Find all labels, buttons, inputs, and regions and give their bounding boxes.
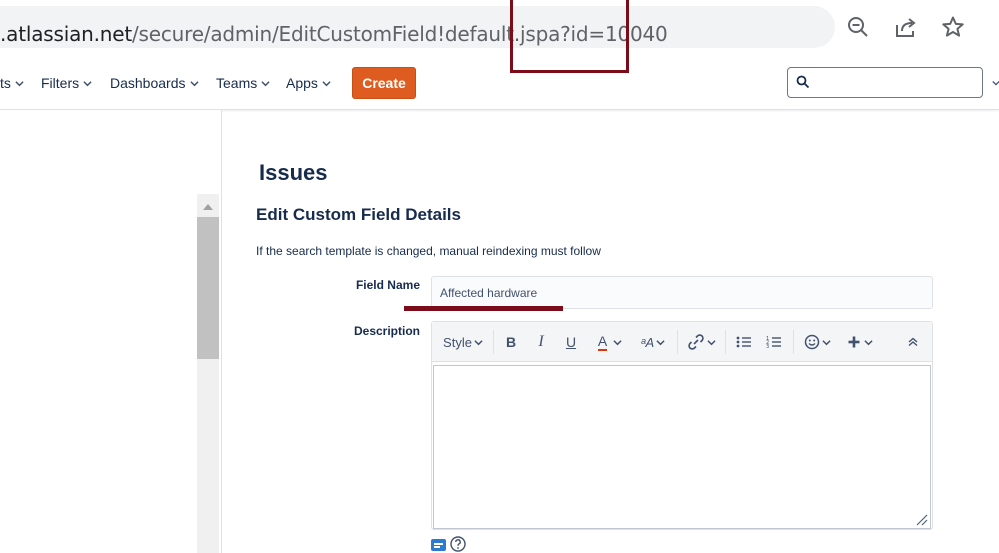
nav-item-label: Apps [286,75,318,91]
emoji-button[interactable] [802,331,832,353]
nav-item-label: Teams [216,75,258,91]
chevron-down-icon [83,80,92,86]
url-field[interactable]: .atlassian.net/secure/admin/EditCustomFi… [0,6,835,48]
top-navigation: ts Filters Dashboards Teams Apps Create [0,57,999,110]
underline-button[interactable]: U [562,331,580,353]
chevron-down-icon [322,80,331,86]
annotation-box [510,0,629,73]
collapse-toolbar-button[interactable] [904,331,922,353]
page-title: Issues [259,160,328,185]
folder-icon[interactable] [431,538,446,551]
link-icon [687,334,704,350]
plus-icon [848,336,860,348]
toolbar-divider [677,330,678,354]
nav-item-projects[interactable]: ts [0,75,24,91]
nav-item-dashboards[interactable]: Dashboards [110,75,199,91]
annotation-underline [404,306,563,311]
scroll-up-arrow-icon[interactable] [198,200,218,214]
double-chevron-up-icon [908,337,918,347]
nav-item-filters[interactable]: Filters [41,75,92,91]
chevron-down-icon [474,339,483,345]
toolbar-divider [793,330,794,354]
style-dropdown-label: Style [443,334,472,350]
search-input[interactable] [816,72,976,94]
zoom-out-icon[interactable] [845,14,871,40]
chevron-down-icon [821,339,831,345]
bold-button[interactable]: B [502,331,520,353]
chevron-down-icon [189,80,199,86]
reindex-hint: If the search template is changed, manua… [256,244,601,258]
bullet-list-button[interactable] [734,331,754,353]
text-format-label: ᵃA [640,334,655,350]
editor-toolbar: Style B I U A ᵃA 123 [432,322,932,362]
share-icon[interactable] [893,14,919,40]
chevron-down-icon [656,339,665,345]
text-color-button[interactable]: A [592,331,628,353]
chevron-down-icon [613,339,622,345]
insert-more-button[interactable] [846,331,874,353]
svg-text:3: 3 [766,344,769,349]
nav-item-label: Filters [41,75,80,91]
toolbar-divider [725,330,726,354]
resize-handle-icon[interactable] [916,514,928,526]
italic-button[interactable]: I [532,331,550,353]
field-name-label: Field Name [355,278,420,292]
description-editor: Style B I U A ᵃA 123 [431,321,933,530]
editor-footer-icons [431,536,466,552]
chevron-down-icon[interactable] [992,79,999,87]
search-box[interactable] [787,67,983,98]
bullet-list-icon [736,336,751,348]
star-icon[interactable] [940,14,966,40]
link-button[interactable] [685,331,717,353]
field-name-input[interactable]: Affected hardware [431,276,933,309]
nav-item-teams[interactable]: Teams [216,75,270,91]
toolbar-divider [493,330,494,354]
create-button[interactable]: Create [352,67,416,99]
style-dropdown[interactable]: Style [442,331,484,353]
sidebar [0,110,222,553]
description-textarea[interactable] [433,365,931,529]
url-host: .atlassian.net [0,22,132,46]
browser-address-bar: .atlassian.net/secure/admin/EditCustomFi… [0,0,999,57]
nav-item-label: Dashboards [110,75,186,91]
search-icon [796,75,810,89]
section-title: Edit Custom Field Details [256,205,461,224]
nav-item-apps[interactable]: Apps [286,75,331,91]
numbered-list-icon: 123 [766,336,781,349]
description-label: Description [353,324,420,338]
emoji-icon [804,334,819,350]
help-icon[interactable] [450,536,466,552]
chevron-down-icon [15,80,24,86]
numbered-list-button[interactable]: 123 [764,331,784,353]
chevron-down-icon [706,339,716,345]
scrollbar-thumb[interactable] [197,217,219,359]
nav-item-label: ts [0,75,11,91]
chevron-down-icon [864,339,873,345]
text-color-label: A [597,332,608,351]
chevron-down-icon [261,80,270,86]
text-format-button[interactable]: ᵃA [637,331,669,353]
